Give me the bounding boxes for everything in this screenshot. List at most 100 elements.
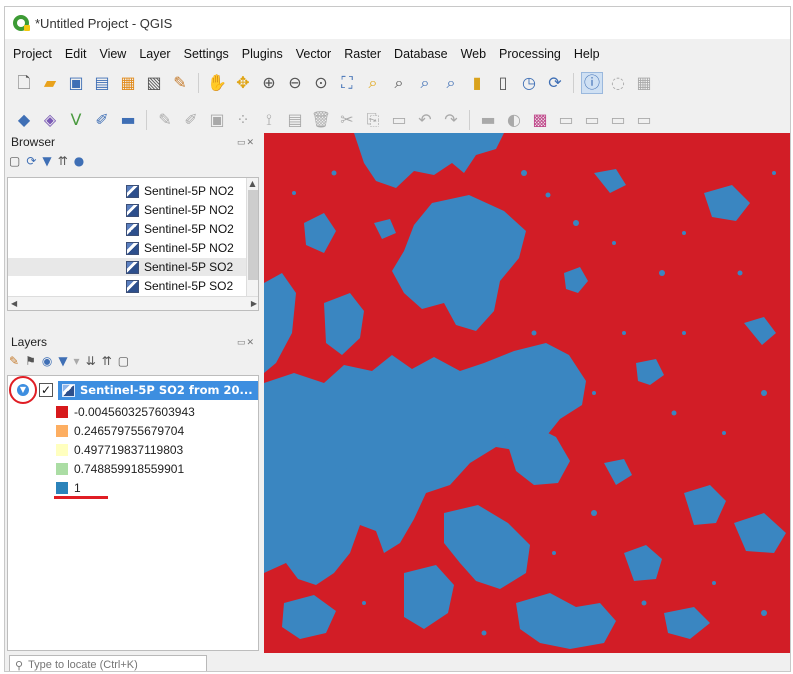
temporal-icon[interactable]: ◷ [518,72,540,94]
label-move-icon[interactable]: ▭ [581,109,603,131]
open-project-icon[interactable]: ▰ [39,72,61,94]
scroll-thumb[interactable] [248,190,258,280]
zoom-native-icon[interactable]: ⊙ [310,72,332,94]
refresh-browser-icon[interactable]: ⟳ [26,154,36,168]
zoom-selection-icon[interactable]: ⌕ [362,72,384,94]
zoom-out-icon[interactable]: ⊖ [284,72,306,94]
toggle-editing-icon[interactable]: ✐ [180,109,202,131]
add-feature-icon[interactable]: ⁘ [232,109,254,131]
identify-icon[interactable]: ⓘ [581,72,603,94]
browser-item-selected[interactable]: Sentinel-5P SO2 [8,258,248,276]
copy-features-icon[interactable]: ⎘ [362,109,384,131]
new-print-layout-icon[interactable]: ▦ [117,72,139,94]
browser-item[interactable]: Sentinel-5P NO2 [126,220,234,238]
collapse-all-layers-icon[interactable]: ⇈ [102,354,112,368]
menu-processing[interactable]: Processing [499,47,561,61]
browser-item[interactable]: Sentinel-5P NO2 [126,239,234,257]
data-source-manager-icon[interactable]: ◆ [13,109,35,131]
zoom-next-icon[interactable]: ⌕ [440,72,462,94]
raster-layer-icon [126,279,139,293]
menu-vector[interactable]: Vector [296,47,331,61]
scroll-left-icon[interactable]: ◀ [11,299,17,308]
scroll-up-icon[interactable]: ▲ [247,178,258,190]
redo-icon[interactable]: ↷ [440,109,462,131]
scroll-right-icon[interactable]: ▶ [251,299,257,308]
properties-icon[interactable]: ● [74,154,84,168]
vertex-tool-icon[interactable]: ⟟ [258,109,280,131]
secondary-toolbar: ◆ ◈ V ✐ ▬ ✎ ✐ ▣ ⁘ ⟟ ▤ 🗑 ✂ ⎘ ▭ ↶ ↷ ▬ ◐ ▩ … [5,105,790,135]
paste-features-icon[interactable]: ▭ [388,109,410,131]
collapse-all-icon[interactable]: ⇈ [58,154,68,168]
cut-features-icon[interactable]: ✂ [336,109,358,131]
remove-layer-icon[interactable]: ▢ [118,354,129,368]
open-table-icon[interactable]: ▦ [633,72,655,94]
layer-labeling-icon[interactable]: ▩ [529,109,551,131]
label-pin-icon[interactable]: ◐ [503,109,525,131]
undo-icon[interactable]: ↶ [414,109,436,131]
panel-float-close-icon[interactable]: ▭✕ [237,137,255,148]
layer-name[interactable]: Sentinel-5P SO2 from 20... [80,383,253,397]
label-tool-icon[interactable]: ▬ [477,109,499,131]
label-highlight-icon[interactable]: ▭ [555,109,577,131]
expand-all-icon[interactable]: ⇊ [86,354,96,368]
menu-database[interactable]: Database [394,47,448,61]
collapse-arrow-icon[interactable]: ▼ [17,384,29,396]
menu-plugins[interactable]: Plugins [242,47,283,61]
refresh-icon[interactable]: ⟳ [544,72,566,94]
menu-edit[interactable]: Edit [65,47,87,61]
raster-layer-icon [62,384,75,397]
zoom-last-icon[interactable]: ⌕ [414,72,436,94]
menu-raster[interactable]: Raster [344,47,381,61]
save-project-icon[interactable]: ▣ [65,72,87,94]
locator-bar[interactable]: ⚲ [9,655,207,671]
zoom-layer-icon[interactable]: ⌕ [388,72,410,94]
layer-visibility-checkbox[interactable]: ✓ [39,383,53,397]
menu-settings[interactable]: Settings [184,47,229,61]
layout-manager-icon[interactable]: ▧ [143,72,165,94]
locator-search-input[interactable] [28,659,199,671]
pan-icon[interactable]: ✋ [206,72,228,94]
save-as-icon[interactable]: ▤ [91,72,113,94]
select-features-icon[interactable]: ◌ [607,72,629,94]
map-canvas[interactable] [264,133,790,653]
add-virtual-layer-icon[interactable]: ▬ [117,109,139,131]
filter-expression-icon[interactable]: ▾ [74,354,80,368]
raster-layer-icon [126,222,139,236]
menu-layer[interactable]: Layer [139,47,170,61]
add-selected-layers-icon[interactable]: ▢ [9,154,20,168]
pan-to-selection-icon[interactable]: ✥ [232,72,254,94]
bookmark-icon[interactable]: ▮ [466,72,488,94]
browser-item[interactable]: Sentinel-5P NO2 [126,201,234,219]
new-project-icon[interactable]: 🗋 [13,72,35,94]
label-rotate-icon[interactable]: ▭ [607,109,629,131]
browser-item[interactable]: Sentinel-5P SO2 [126,277,233,295]
style-manager-icon[interactable]: ✎ [169,72,191,94]
new-geopackage-icon[interactable]: ◈ [39,109,61,131]
manage-themes-icon[interactable]: ◉ [42,354,52,368]
layers-panel-title: Layers [11,335,48,349]
add-group-icon[interactable]: ⚑ [25,354,36,368]
save-edits-icon[interactable]: ▣ [206,109,228,131]
menu-web[interactable]: Web [461,47,486,61]
menu-help[interactable]: Help [574,47,600,61]
panel-float-close-icon[interactable]: ▭✕ [237,337,255,348]
open-layer-styling-icon[interactable]: ✎ [9,354,19,368]
browser-item[interactable]: Sentinel-5P NO2 [126,182,234,200]
filter-browser-icon[interactable]: ▼ [42,154,51,168]
show-bookmarks-icon[interactable]: ▯ [492,72,514,94]
edit-pencil-icon[interactable]: ✎ [154,109,176,131]
menu-view[interactable]: View [99,47,126,61]
legend-item: 0.246579755679704 [56,422,184,440]
zoom-full-icon[interactable]: ⛶ [336,72,358,94]
label-change-icon[interactable]: ▭ [633,109,655,131]
menu-project[interactable]: Project [13,47,52,61]
layer-row[interactable]: ▼ ✓ Sentinel-5P SO2 from 20... [8,376,258,404]
new-scratch-layer-icon[interactable]: ✐ [91,109,113,131]
modify-attributes-icon[interactable]: ▤ [284,109,306,131]
browser-vertical-scrollbar[interactable]: ▲ [246,178,258,296]
filter-legend-icon[interactable]: ▼ [58,354,67,368]
zoom-in-icon[interactable]: ⊕ [258,72,280,94]
browser-horizontal-scrollbar[interactable]: ◀ ▶ [8,296,258,310]
delete-selected-icon[interactable]: 🗑 [310,109,332,131]
new-shapefile-icon[interactable]: V [65,109,87,131]
